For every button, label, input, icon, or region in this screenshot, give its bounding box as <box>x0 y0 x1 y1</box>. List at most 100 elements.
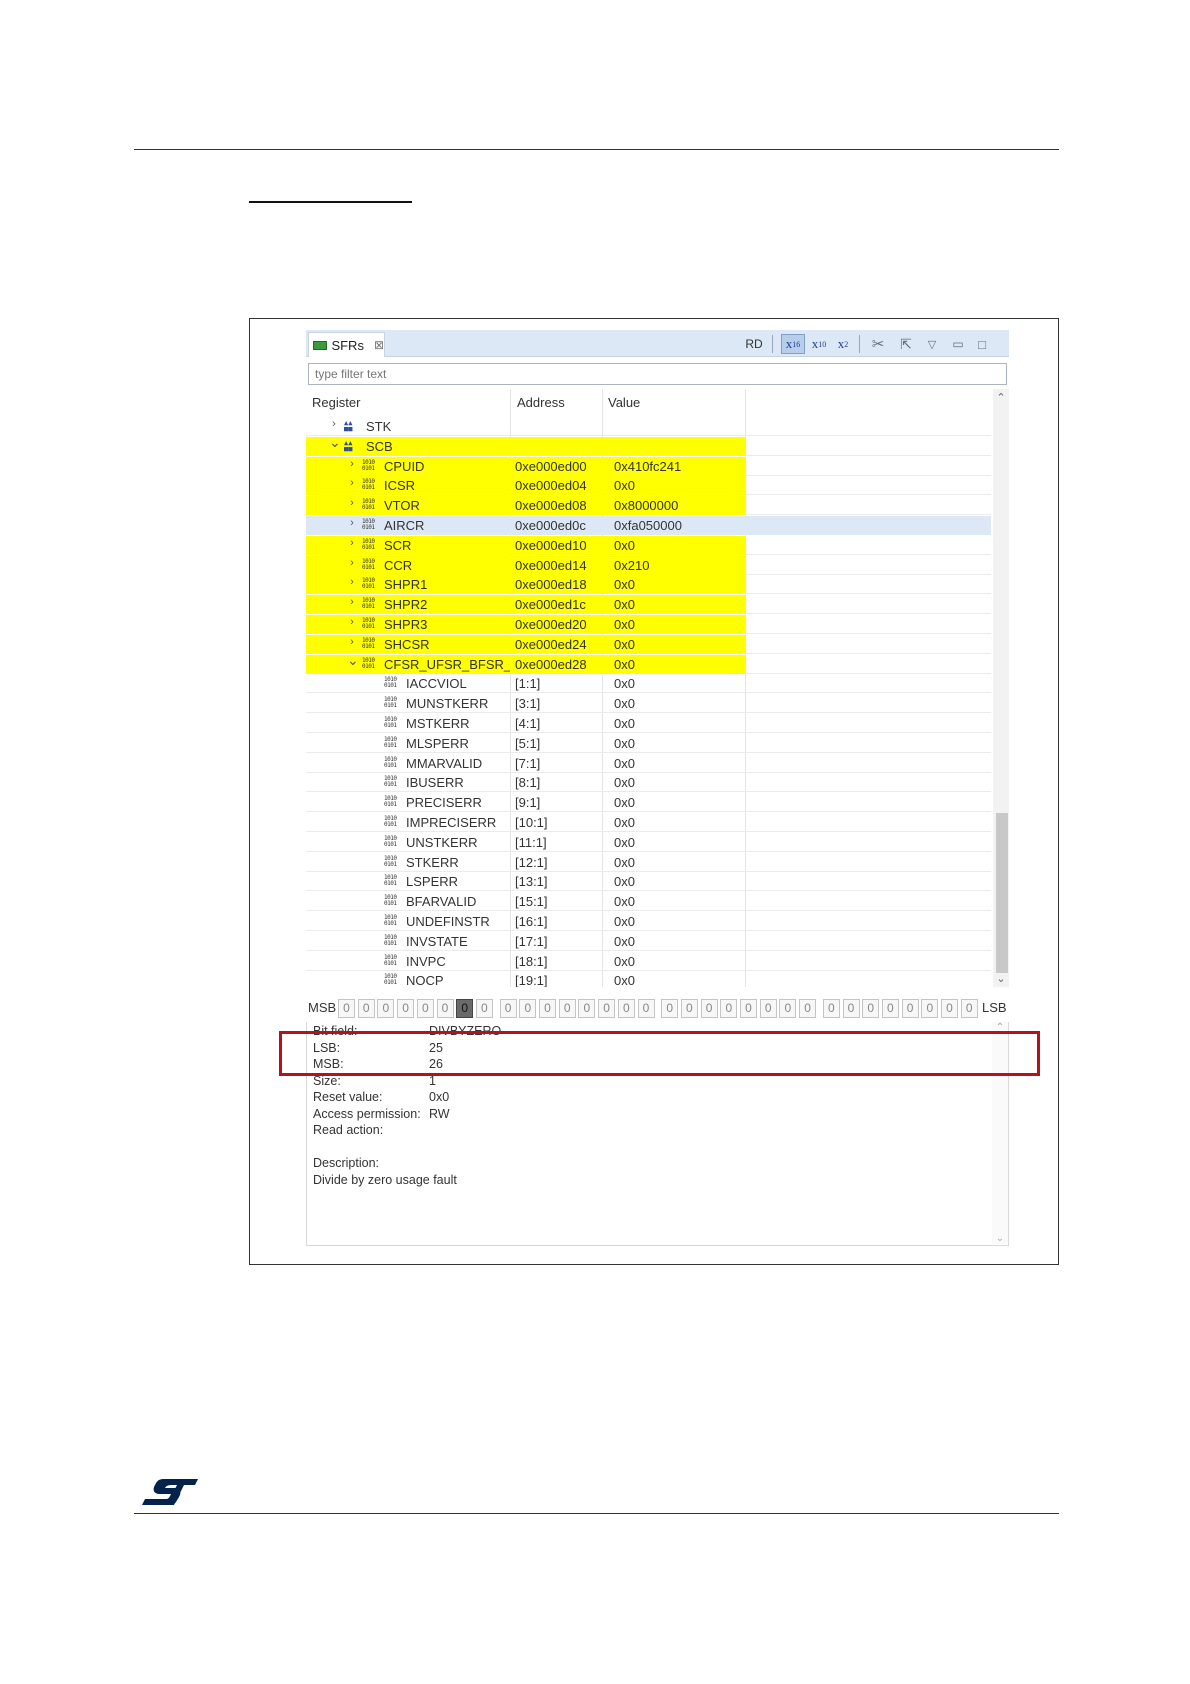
register-value[interactable]: 0x0 <box>614 855 744 870</box>
maximize-icon[interactable]: □ <box>973 334 991 354</box>
read-button[interactable]: RD <box>742 334 766 354</box>
tree-row[interactable]: › 1010 0101 SHPR1 0xe000ed18 0x0 <box>306 575 991 595</box>
tree-row[interactable]: › ▲▲ ■■ STK <box>306 417 991 436</box>
scroll-down-icon[interactable]: ⌄ <box>993 972 1009 985</box>
chevron-right-icon[interactable]: › <box>347 517 357 529</box>
chevron-right-icon[interactable]: › <box>347 497 357 509</box>
tree-row[interactable]: 1010 0101 MSTKERR [4:1] 0x0 <box>306 714 991 733</box>
sfrs-tab[interactable]: SFRs ⊠ <box>308 332 385 357</box>
decimal-format-button[interactable]: x 10 <box>808 334 830 354</box>
register-value[interactable]: 0x0 <box>614 637 744 652</box>
bit-cell[interactable]: 0 <box>822 999 840 1018</box>
register-value[interactable]: 0x210 <box>614 558 744 573</box>
bit-cell[interactable]: 0 <box>637 999 655 1018</box>
bit-cell[interactable]: 0 <box>598 999 616 1018</box>
bit-cell[interactable]: 0 <box>960 999 978 1018</box>
chevron-right-icon[interactable]: › <box>347 616 357 628</box>
hex-format-button[interactable]: x 16 <box>781 334 805 354</box>
column-header-register[interactable]: Register <box>312 395 360 410</box>
tree-row[interactable]: ⌄ ▲▲ ■■ SCB <box>306 434 991 456</box>
register-value[interactable]: 0x410fc241 <box>614 459 744 474</box>
filter-input[interactable] <box>308 363 1007 385</box>
export-icon[interactable]: ⇱ <box>896 334 916 354</box>
chevron-right-icon[interactable]: › <box>347 458 357 470</box>
tree-row[interactable]: › 1010 0101 SCR 0xe000ed10 0x0 <box>306 535 991 555</box>
tree-row[interactable]: 1010 0101 UNDEFINSTR [16:1] 0x0 <box>306 912 991 931</box>
chevron-down-icon[interactable]: ⌄ <box>329 434 341 451</box>
register-value[interactable]: 0x0 <box>614 795 744 810</box>
tree-row[interactable]: 1010 0101 IACCVIOL [1:1] 0x0 <box>306 674 991 694</box>
register-value[interactable]: 0x0 <box>614 756 744 771</box>
bit-cell[interactable]: 0 <box>779 999 797 1018</box>
bit-cell[interactable]: 0 <box>842 999 860 1018</box>
scroll-up-icon[interactable]: ⌃ <box>993 391 1009 404</box>
bit-cell[interactable]: 0 <box>539 999 556 1018</box>
register-value[interactable]: 0x8000000 <box>614 498 744 513</box>
bit-cell[interactable]: 0 <box>357 999 375 1018</box>
register-value[interactable]: 0x0 <box>614 657 744 672</box>
tree-row[interactable]: 1010 0101 IMPRECISERR [10:1] 0x0 <box>306 813 991 832</box>
bit-cell[interactable]: 0 <box>519 999 537 1018</box>
register-value[interactable]: 0x0 <box>614 914 744 929</box>
register-value[interactable]: 0x0 <box>614 577 744 592</box>
tree-row[interactable]: 1010 0101 PRECISERR [9:1] 0x0 <box>306 793 991 813</box>
column-header-address[interactable]: Address <box>517 395 565 410</box>
chevron-right-icon[interactable]: › <box>347 557 357 569</box>
scroll-down-icon[interactable]: ⌄ <box>992 1233 1008 1244</box>
register-value[interactable]: 0x0 <box>614 538 744 553</box>
scrollbar-thumb[interactable] <box>996 813 1008 973</box>
register-value[interactable]: 0x0 <box>614 954 744 969</box>
bit-cell[interactable]: 0 <box>436 999 454 1018</box>
bit-cell[interactable]: 0 <box>799 999 817 1018</box>
bit-cell[interactable]: 0 <box>397 999 415 1018</box>
tree-row[interactable]: 1010 0101 INVSTATE [17:1] 0x0 <box>306 932 991 951</box>
register-value[interactable]: 0x0 <box>614 478 744 493</box>
tree-row[interactable]: › 1010 0101 SHPR3 0xe000ed20 0x0 <box>306 615 991 634</box>
tree-row[interactable]: › 1010 0101 VTOR 0xe000ed08 0x8000000 <box>306 496 991 516</box>
column-header-value[interactable]: Value <box>608 395 640 410</box>
bit-cell[interactable]: 0 <box>740 999 757 1018</box>
register-value[interactable]: 0x0 <box>614 973 744 987</box>
tree-row[interactable]: › 1010 0101 CCR 0xe000ed14 0x210 <box>306 555 991 575</box>
tree-row[interactable]: 1010 0101 LSPERR [13:1] 0x0 <box>306 872 991 892</box>
bit-cell[interactable]: 0 <box>941 999 958 1018</box>
chevron-right-icon[interactable]: › <box>347 477 357 489</box>
tree-row[interactable]: › 1010 0101 ICSR 0xe000ed04 0x0 <box>306 476 991 496</box>
tree-row[interactable]: › 1010 0101 SHCSR 0xe000ed24 0x0 <box>306 634 991 654</box>
bit-cell[interactable]: 0 <box>881 999 899 1018</box>
tree-row[interactable]: 1010 0101 UNSTKERR [11:1] 0x0 <box>306 833 991 852</box>
bit-cell[interactable]: 0 <box>700 999 718 1018</box>
view-menu-icon[interactable]: ▽ <box>923 334 941 354</box>
tree-row[interactable]: › 1010 0101 SHPR2 0xe000ed1c 0x0 <box>306 595 991 615</box>
tree-row[interactable]: 1010 0101 IBUSERR [8:1] 0x0 <box>306 773 991 793</box>
tree-row[interactable]: › 1010 0101 AIRCR 0xe000ed0c 0xfa050000 <box>306 516 991 535</box>
tree-row[interactable]: › 1010 0101 CPUID 0xe000ed00 0x410fc241 <box>306 456 991 476</box>
bit-cell[interactable]: 0 <box>680 999 698 1018</box>
bit-cell[interactable]: 0 <box>416 999 434 1018</box>
bit-cell[interactable]: 0 <box>921 999 939 1018</box>
tree-row[interactable]: 1010 0101 MMARVALID [7:1] 0x0 <box>306 754 991 773</box>
bit-cell[interactable]: 0 <box>578 999 596 1018</box>
chevron-right-icon[interactable]: › <box>347 636 357 648</box>
register-value[interactable]: 0x0 <box>614 716 744 731</box>
register-value[interactable]: 0x0 <box>614 815 744 830</box>
bit-cell[interactable]: 0 <box>377 999 395 1018</box>
bit-cell[interactable]: 0 <box>456 999 474 1018</box>
bit-cell[interactable]: 0 <box>759 999 777 1018</box>
minimize-icon[interactable]: ▭ <box>949 334 967 354</box>
bit-cell[interactable]: 0 <box>862 999 880 1018</box>
wrench-icon[interactable]: ✂ <box>868 334 888 354</box>
chevron-right-icon[interactable]: › <box>329 418 339 430</box>
chevron-right-icon[interactable]: › <box>347 596 357 608</box>
bit-cell[interactable]: 0 <box>558 999 576 1018</box>
tree-row[interactable]: 1010 0101 INVPC [18:1] 0x0 <box>306 952 991 971</box>
register-value[interactable]: 0x0 <box>614 617 744 632</box>
register-value[interactable]: 0x0 <box>614 894 744 909</box>
bit-cell[interactable]: 0 <box>901 999 919 1018</box>
tree-row[interactable]: 1010 0101 MUNSTKERR [3:1] 0x0 <box>306 694 991 714</box>
register-value[interactable]: 0x0 <box>614 696 744 711</box>
chevron-right-icon[interactable]: › <box>347 576 357 588</box>
tree-row[interactable]: ⌄10100101 CFSR_UFSR_BFSR_MMFS 0xe000ed28 0x… <box>306 652 991 674</box>
register-value[interactable]: 0x0 <box>614 934 744 949</box>
tree-row[interactable]: 1010 0101 MLSPERR [5:1] 0x0 <box>306 734 991 753</box>
